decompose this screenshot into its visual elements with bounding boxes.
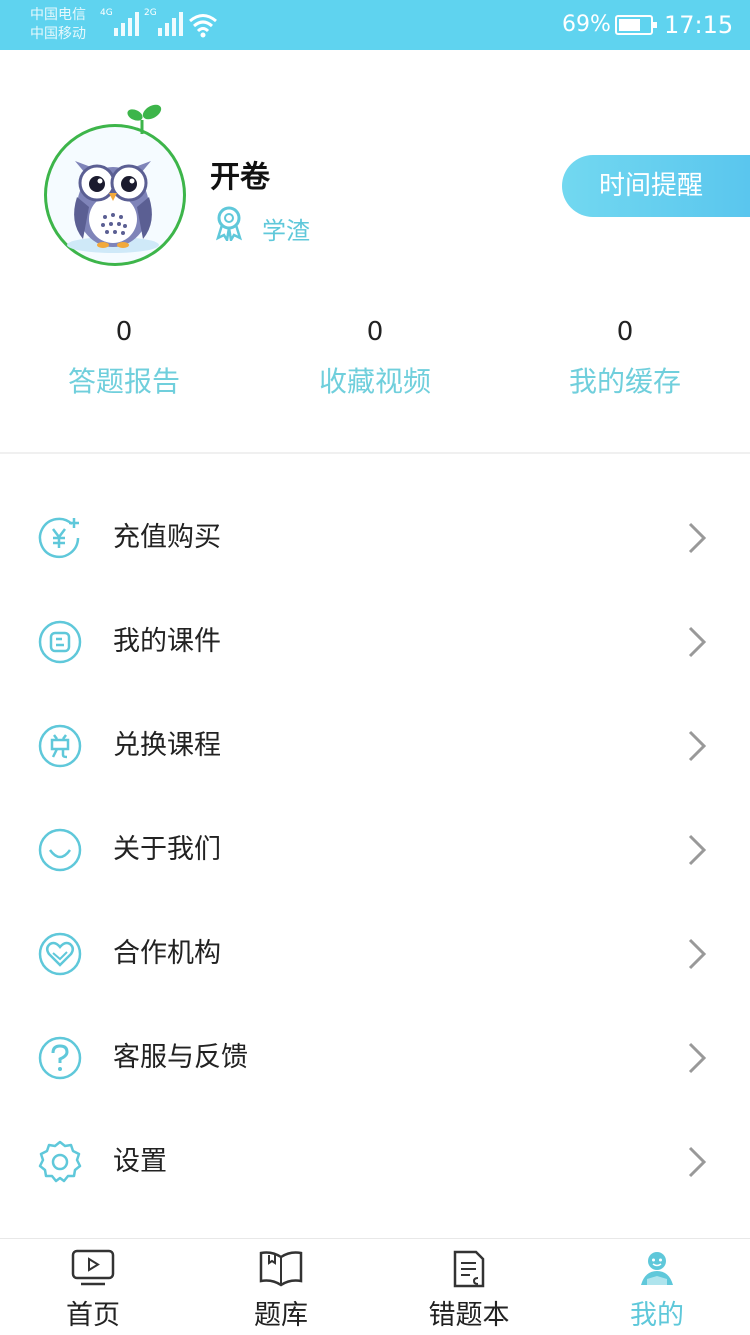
smile-icon	[38, 828, 82, 872]
yuen-plus-icon	[38, 517, 80, 559]
chevron-right-icon	[688, 626, 707, 658]
medal-icon	[215, 206, 243, 241]
stat-label: 我的缓存	[568, 365, 681, 398]
battery-icon	[615, 15, 657, 35]
profile-icon	[641, 1252, 673, 1285]
tab-label: 错题本	[428, 1300, 510, 1331]
avatar[interactable]	[44, 124, 186, 266]
tab-label: 我的	[630, 1300, 684, 1331]
menu-item-partners[interactable]: 合作机构	[0, 902, 750, 1006]
status-bar: 中国电信 中国移动 4G 2G 69% 17:15	[0, 0, 750, 50]
chevron-right-icon	[688, 522, 707, 554]
chevron-right-icon	[688, 1042, 707, 1074]
carrier-2: 中国移动	[30, 26, 86, 42]
tab-label: 首页	[66, 1300, 120, 1331]
menu-label: 兑换课程	[113, 730, 221, 761]
carrier-1: 中国电信	[30, 7, 86, 23]
user-level: 学渣	[262, 217, 310, 245]
stat-label: 收藏视频	[318, 365, 431, 398]
menu-item-redeem[interactable]: 兑换课程	[0, 694, 750, 798]
book-icon	[259, 1251, 303, 1287]
sprout-icon	[127, 104, 162, 134]
menu-item-courseware[interactable]: 我的课件	[0, 590, 750, 694]
menu-item-settings[interactable]: 设置	[0, 1110, 750, 1214]
tab-label: 题库	[254, 1300, 308, 1331]
sim2-network: 2G	[144, 8, 157, 18]
menu-item-about-us[interactable]: 关于我们	[0, 798, 750, 902]
stat-value: 0	[616, 317, 634, 347]
chevron-right-icon	[688, 730, 707, 762]
stat-value: 0	[115, 317, 133, 347]
tab-mine[interactable]: 我的	[582, 1239, 732, 1335]
menu-label: 合作机构	[113, 938, 221, 969]
wifi-icon	[189, 14, 217, 38]
menu-label: 充值购买	[113, 522, 221, 553]
gear-icon	[38, 1140, 82, 1183]
stat-value: 0	[366, 317, 384, 347]
menu-label: 我的课件	[113, 626, 221, 657]
time-reminder-button[interactable]: 时间提醒	[562, 155, 750, 217]
sim1-network: 4G	[100, 8, 113, 18]
question-icon	[38, 1036, 82, 1080]
stat-favorite-videos[interactable]: 0 收藏视频	[275, 316, 475, 400]
handshake-icon	[38, 932, 82, 976]
username: 开卷	[210, 160, 270, 195]
menu-item-recharge[interactable]: 充值购买	[0, 486, 750, 590]
redeem-icon	[38, 724, 82, 768]
signal-2-icon: 2G	[144, 8, 183, 36]
tab-home[interactable]: 首页	[18, 1239, 168, 1335]
bottom-tab-bar: 首页 题库 错题本 我的	[0, 1238, 750, 1334]
stat-label: 答题报告	[67, 365, 180, 398]
stat-my-cache[interactable]: 0 我的缓存	[525, 316, 725, 400]
menu-label: 关于我们	[113, 834, 221, 865]
chevron-right-icon	[688, 834, 707, 866]
tab-wrong-answers[interactable]: 错题本	[394, 1239, 544, 1335]
carrier-labels: 中国电信 中国移动	[30, 6, 86, 44]
video-icon	[71, 1249, 115, 1286]
signal-1-icon: 4G	[100, 8, 139, 36]
tab-question-bank[interactable]: 题库	[206, 1239, 356, 1335]
notebook-icon	[453, 1250, 485, 1288]
chevron-right-icon	[688, 1146, 707, 1178]
battery-percent: 69%	[562, 12, 611, 37]
chevron-right-icon	[688, 938, 707, 970]
menu-label: 客服与反馈	[113, 1042, 248, 1073]
courseware-icon	[38, 620, 82, 664]
menu-label: 设置	[113, 1146, 167, 1177]
menu-item-support-feedback[interactable]: 客服与反馈	[0, 1006, 750, 1110]
section-divider	[0, 452, 750, 454]
stat-answer-report[interactable]: 0 答题报告	[24, 316, 224, 400]
clock: 17:15	[664, 11, 734, 39]
owl-avatar-icon	[67, 161, 159, 253]
